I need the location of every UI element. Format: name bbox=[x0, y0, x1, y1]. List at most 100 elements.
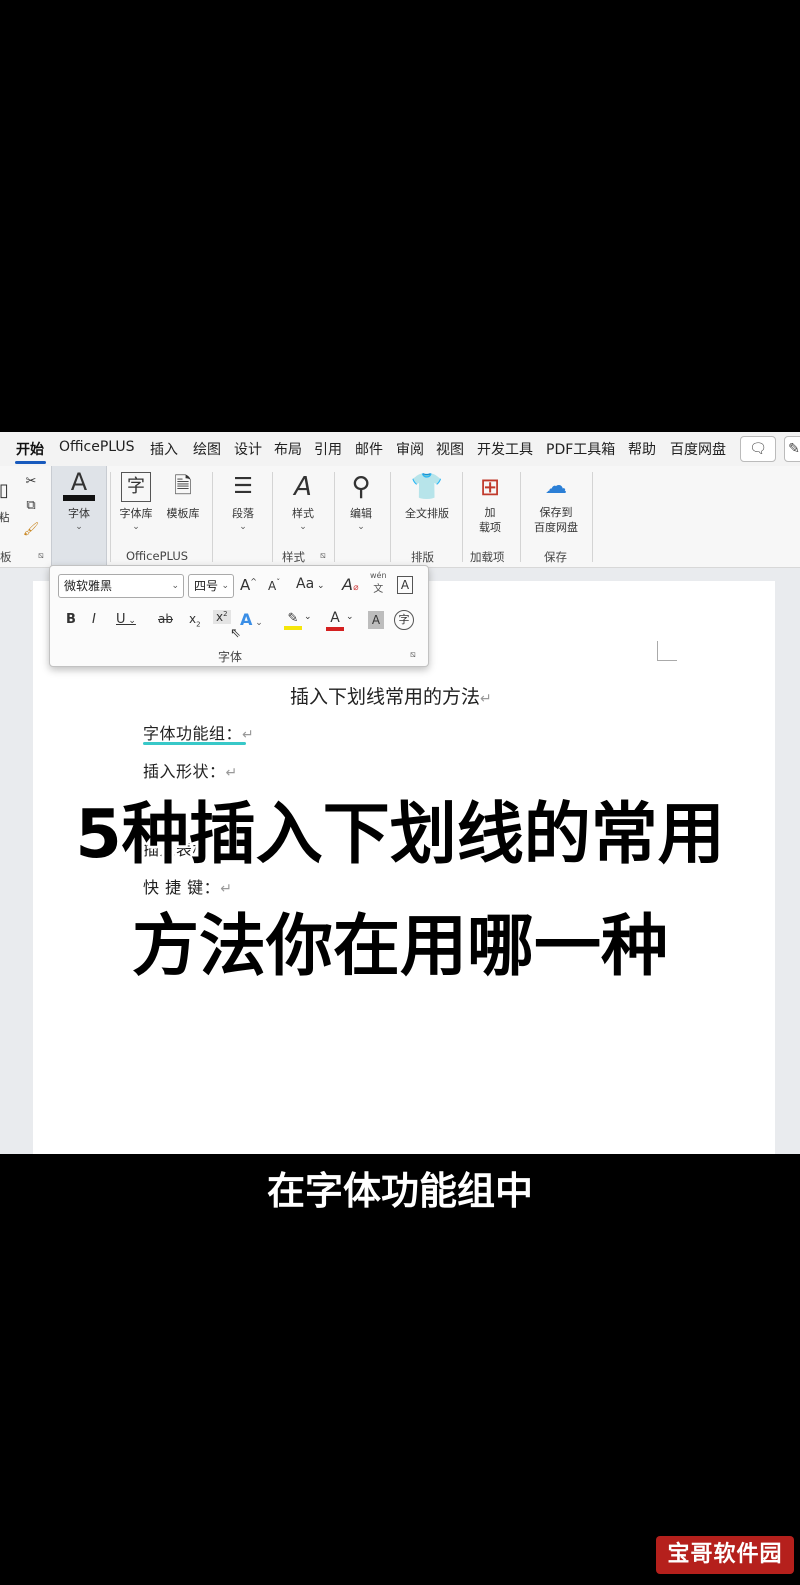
change-case-button[interactable]: Aa ⌄ bbox=[296, 576, 325, 592]
chevron-down-icon: ⌄ bbox=[239, 522, 247, 532]
divider bbox=[212, 472, 213, 562]
comments-button[interactable]: 🗨 bbox=[740, 436, 776, 462]
styles-button[interactable]: A 样式 ⌄ bbox=[280, 472, 326, 532]
watermark-logo: 宝哥软件园 bbox=[656, 1536, 794, 1574]
paragraph-mark-icon: ↵ bbox=[480, 691, 492, 707]
font-library-button[interactable]: 字 字体库 ⌄ bbox=[115, 472, 157, 532]
template-library-button[interactable]: 🗎 模板库 bbox=[160, 472, 206, 521]
copy-icon: ⧉ bbox=[26, 498, 36, 513]
shrink-font-icon[interactable]: Aˇ bbox=[268, 578, 280, 593]
comment-icon: 🗨 bbox=[749, 441, 767, 457]
grow-font-icon[interactable]: A^ bbox=[240, 576, 257, 594]
paragraph-align-icon: ☰ bbox=[233, 474, 253, 499]
add-ins-button[interactable]: ⊞ 加 载项 bbox=[470, 472, 510, 535]
highlight-underline bbox=[143, 742, 246, 745]
highlight-color-button[interactable]: ✎ bbox=[284, 610, 302, 630]
document-line-2[interactable]: 插入形状：↵ bbox=[143, 758, 238, 782]
divider bbox=[272, 472, 273, 562]
addins-group-label: 加载项 bbox=[470, 550, 505, 564]
full-layout-button[interactable]: 👕 全文排版 bbox=[397, 472, 457, 521]
font-name-select[interactable]: 微软雅黑 ⌄ bbox=[58, 574, 184, 598]
tab-references[interactable]: 引用 bbox=[314, 439, 342, 459]
enclose-characters-button[interactable]: 字 bbox=[394, 610, 414, 630]
template-search-icon: 🗎 bbox=[174, 474, 192, 499]
phonetic-guide-icon[interactable]: wén 文 bbox=[370, 571, 387, 595]
tab-design[interactable]: 设计 bbox=[234, 439, 262, 459]
editing-button[interactable]: ⚲ 编辑 ⌄ bbox=[338, 472, 384, 532]
paragraph-button[interactable]: ☰ 段落 ⌄ bbox=[220, 472, 266, 532]
strikethrough-button[interactable]: ab bbox=[158, 612, 173, 626]
chevron-down-icon: ⌄ bbox=[299, 522, 307, 532]
font-dialog-launcher-icon[interactable]: ⧅ bbox=[410, 650, 416, 660]
font-color-swatch bbox=[326, 627, 344, 631]
scissors-icon: ✂ bbox=[25, 474, 37, 489]
divider bbox=[520, 472, 521, 562]
tab-officeplus[interactable]: OfficePLUS bbox=[59, 439, 135, 455]
font-popup-panel: 微软雅黑 ⌄ 四号 ⌄ A^ Aˇ Aa ⌄ A⌀ wén 文 A B I U ⌄ a… bbox=[49, 565, 429, 667]
chevron-down-icon: ⌄ bbox=[221, 581, 229, 591]
headline-line-2: 方法你在用哪一种 bbox=[132, 907, 668, 985]
paintbrush-icon: 🖌 bbox=[22, 522, 40, 537]
chevron-down-icon[interactable]: ⌄ bbox=[304, 612, 312, 622]
font-button-label: 字体 bbox=[68, 507, 90, 520]
format-painter-button[interactable]: 🖌 bbox=[22, 522, 40, 537]
tab-baidu-netdisk[interactable]: 百度网盘 bbox=[670, 439, 726, 459]
edit-mode-button[interactable]: ✎ bbox=[784, 436, 800, 462]
headline-line-1: 5种插入下划线的常用 bbox=[75, 795, 725, 873]
character-shading-button[interactable]: A bbox=[368, 611, 384, 629]
font-color-button[interactable]: A bbox=[326, 610, 344, 631]
chevron-down-icon: ⌄ bbox=[75, 522, 83, 532]
tab-layout[interactable]: 布局 bbox=[274, 439, 302, 459]
save-to-baidu-button[interactable]: ☁ 保存到 百度网盘 bbox=[526, 472, 586, 535]
tab-help[interactable]: 帮助 bbox=[628, 439, 656, 459]
font-library-icon: 字 bbox=[121, 472, 151, 502]
styles-group-label: 样式 bbox=[282, 550, 305, 564]
tab-insert[interactable]: 插入 bbox=[150, 439, 178, 459]
divider bbox=[110, 472, 111, 562]
tab-mailings[interactable]: 邮件 bbox=[355, 439, 383, 459]
styles-icon: A bbox=[294, 472, 312, 502]
divider bbox=[334, 472, 335, 562]
paragraph-mark-icon: ↵ bbox=[225, 765, 238, 781]
font-group-button[interactable]: A 字体 ⌄ bbox=[51, 466, 107, 566]
highlight-color-swatch bbox=[284, 626, 302, 630]
character-border-icon[interactable]: A bbox=[397, 576, 413, 594]
cut-button[interactable]: ✂ bbox=[22, 474, 40, 489]
tab-draw[interactable]: 绘图 bbox=[193, 439, 221, 459]
active-tab-indicator bbox=[15, 461, 46, 464]
tab-view[interactable]: 视图 bbox=[436, 439, 464, 459]
divider bbox=[462, 472, 463, 562]
tab-review[interactable]: 审阅 bbox=[396, 439, 424, 459]
video-subtitle: 在字体功能组中 bbox=[266, 1169, 533, 1213]
copy-button[interactable]: ⧉ bbox=[22, 498, 40, 513]
tab-home[interactable]: 开始 bbox=[16, 439, 44, 459]
chevron-down-icon[interactable]: ⌄ bbox=[346, 612, 354, 622]
save-group-label: 保存 bbox=[544, 550, 567, 564]
tab-pdf-tools[interactable]: PDF工具箱 bbox=[546, 439, 615, 459]
marker-icon: ✎ bbox=[287, 611, 299, 626]
officeplus-group-label: OfficePLUS bbox=[126, 549, 189, 563]
ribbon: ▯ 粘 ✂ ⧉ 🖌 板 ⧅ A 字体 ⌄ 字 字体库 ⌄ 🗎 模板库 Offic… bbox=[0, 466, 800, 568]
font-a-icon: A bbox=[70, 468, 88, 496]
superscript-button[interactable]: x2 bbox=[213, 610, 231, 624]
layout-group-label: 排版 bbox=[411, 550, 434, 564]
chevron-down-icon: ⌄ bbox=[171, 581, 179, 591]
document-title[interactable]: 插入下划线常用的方法↵ bbox=[290, 682, 492, 709]
font-size-select[interactable]: 四号 ⌄ bbox=[188, 574, 234, 598]
clear-formatting-icon[interactable]: A⌀ bbox=[342, 575, 358, 594]
divider bbox=[592, 472, 593, 562]
tab-developer[interactable]: 开发工具 bbox=[477, 439, 533, 459]
subscript-button[interactable]: x2 bbox=[189, 612, 201, 628]
styles-launcher-icon[interactable]: ⧅ bbox=[320, 551, 326, 561]
bold-button[interactable]: B bbox=[66, 612, 76, 627]
clipboard-icon: ▯ bbox=[0, 480, 9, 501]
clipboard-launcher-icon[interactable]: ⧅ bbox=[38, 551, 44, 561]
underline-button[interactable]: U ⌄ bbox=[116, 612, 136, 627]
text-effects-button[interactable]: A ⌄ bbox=[240, 610, 263, 629]
paragraph-mark-icon: ↵ bbox=[242, 727, 255, 743]
shirt-icon: 👕 bbox=[410, 472, 444, 502]
document-line-1[interactable]: 字体功能组：↵ bbox=[143, 720, 254, 744]
paste-button[interactable]: ▯ 粘 bbox=[0, 476, 14, 525]
italic-button[interactable]: I bbox=[92, 612, 96, 627]
pencil-icon: ✎ bbox=[788, 441, 800, 457]
